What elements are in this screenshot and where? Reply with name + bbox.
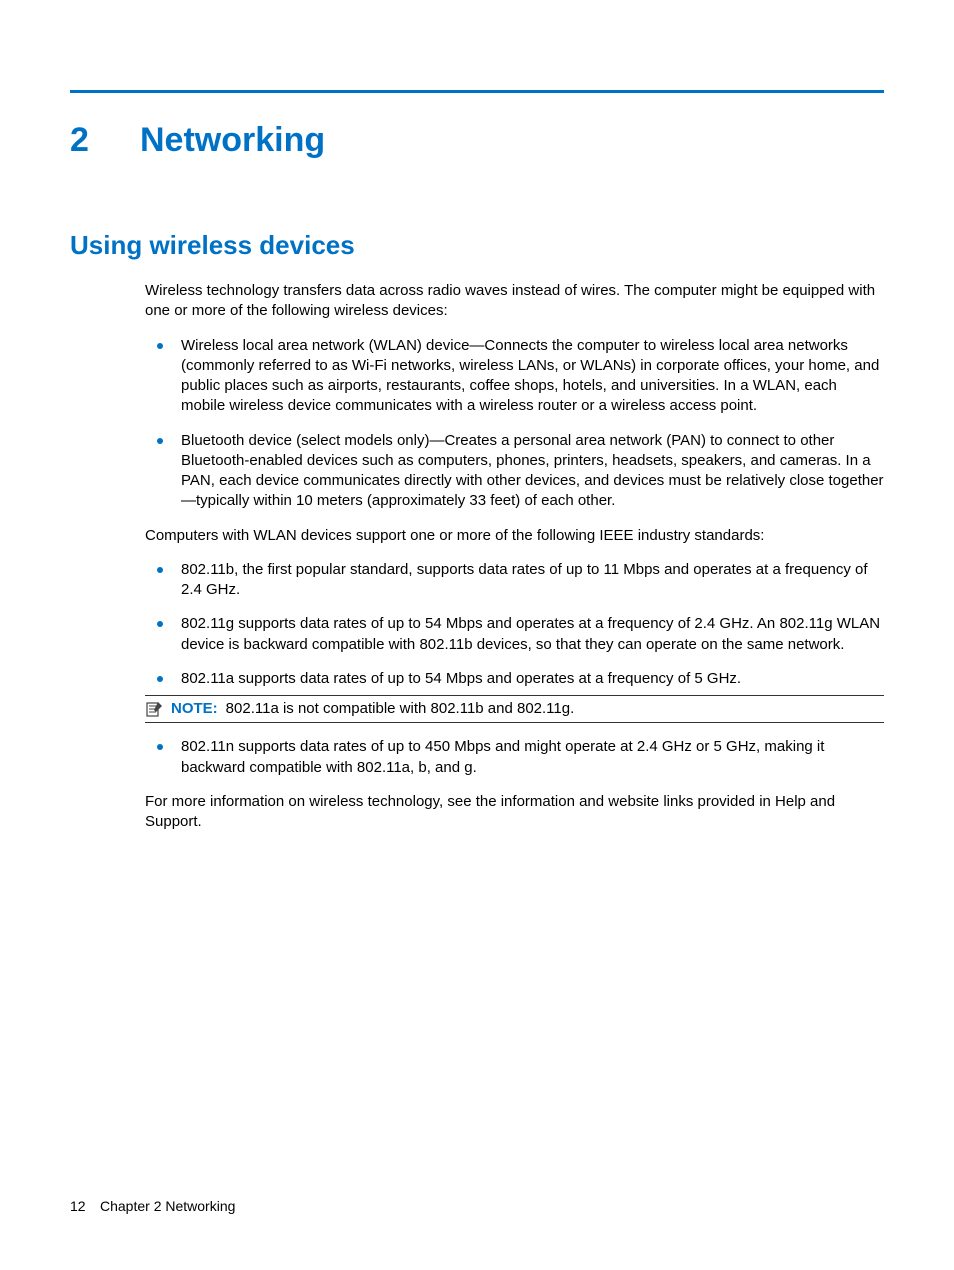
section-heading: Using wireless devices [70,230,884,261]
note-label: NOTE: [171,699,218,719]
chapter-heading: 2Networking [70,121,884,160]
note-icon [145,701,163,717]
standards-intro: Computers with WLAN devices support one … [145,526,884,546]
standard-text: 802.11a supports data rates of up to 54 … [181,670,741,687]
footer-chapter: Chapter 2 Networking [100,1198,235,1214]
note-text: 802.11a is not compatible with 802.11b a… [226,699,575,719]
top-rule [70,90,884,93]
list-item: 802.11b, the first popular standard, sup… [145,560,884,601]
note-box: NOTE: 802.11a is not compatible with 802… [145,695,884,723]
page-footer: 12Chapter 2 Networking [70,1198,235,1214]
devices-list: Wireless local area network (WLAN) devic… [145,336,884,512]
closing-paragraph: For more information on wireless technol… [145,792,884,833]
chapter-title: Networking [140,121,325,159]
list-item: 802.11g supports data rates of up to 54 … [145,614,884,655]
standards-list: 802.11b, the first popular standard, sup… [145,560,884,778]
list-item: 802.11a supports data rates of up to 54 … [145,669,884,724]
list-item: Wireless local area network (WLAN) devic… [145,336,884,417]
list-item: Bluetooth device (select models only)—Cr… [145,431,884,512]
intro-paragraph: Wireless technology transfers data acros… [145,281,884,322]
list-item: 802.11n supports data rates of up to 450… [145,737,884,778]
page-number: 12 [70,1198,100,1214]
body-content: Wireless technology transfers data acros… [145,281,884,832]
chapter-number: 2 [70,121,140,160]
